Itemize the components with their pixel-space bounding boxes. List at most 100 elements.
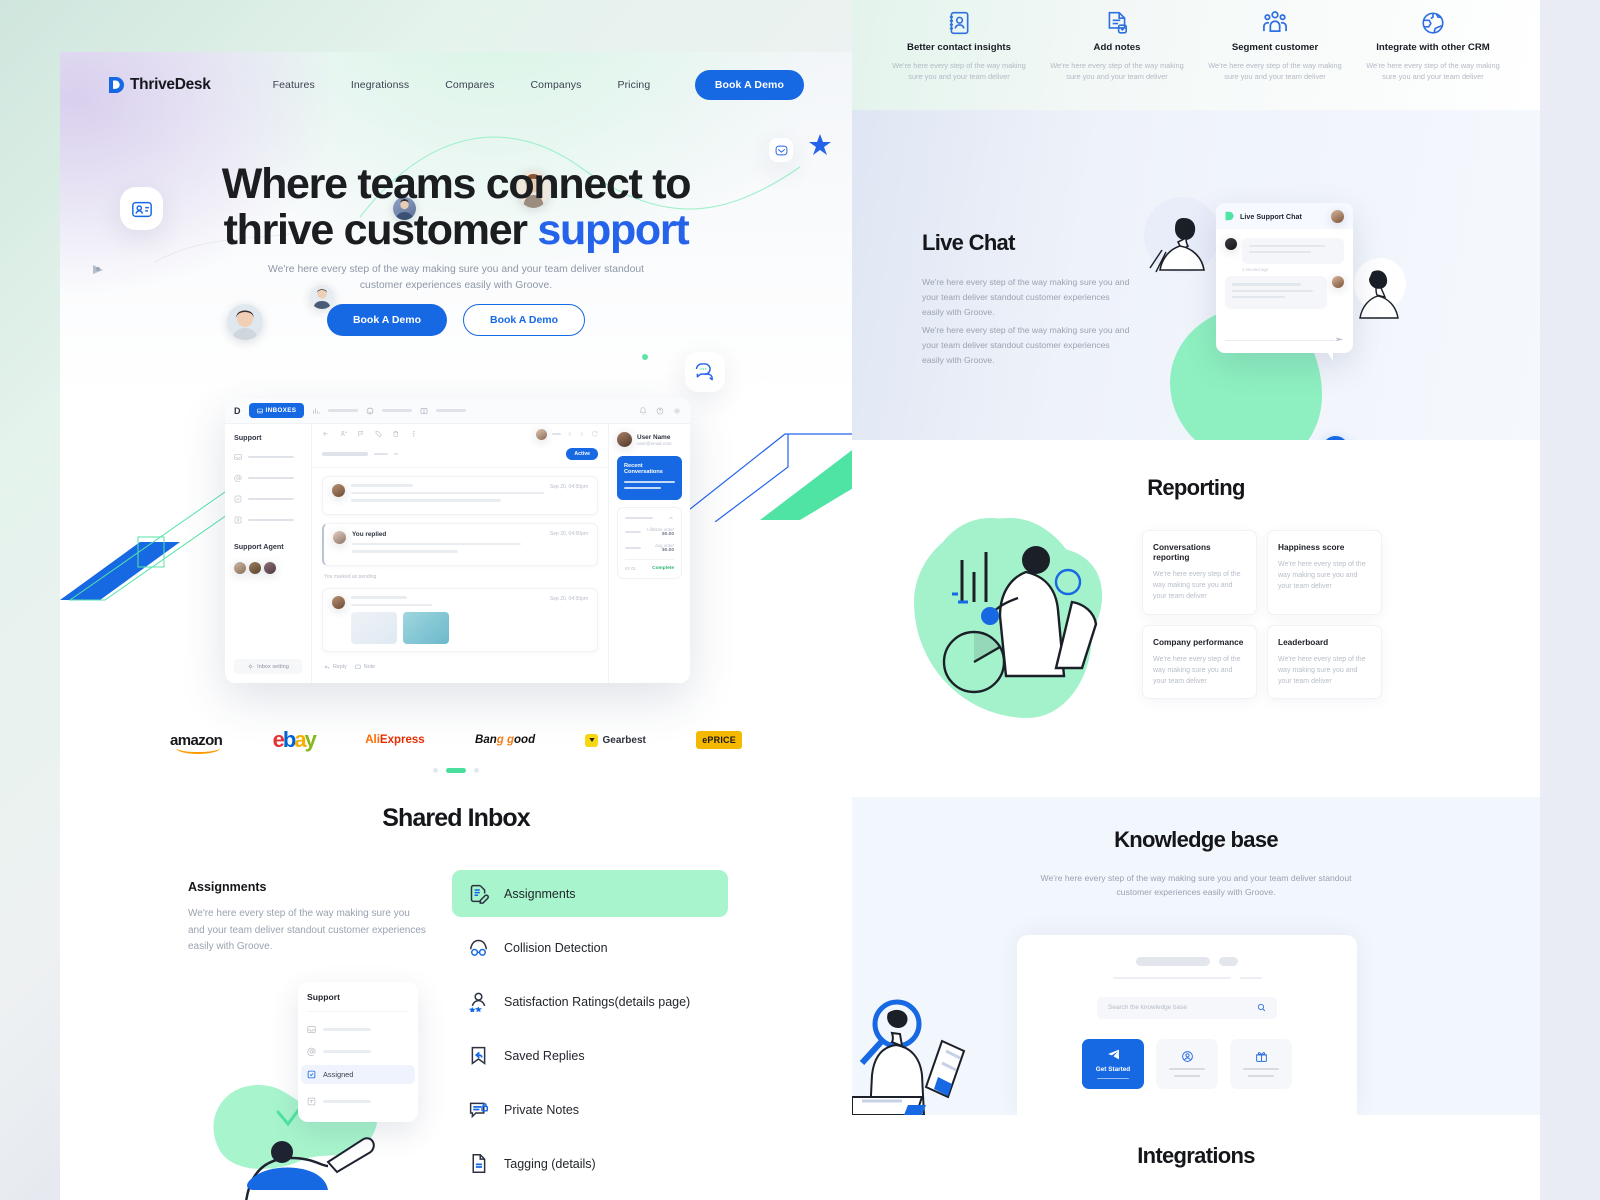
reporting-card-title: Conversations reporting: [1153, 542, 1211, 562]
app-footer: Reply Note: [312, 660, 608, 674]
search-icon[interactable]: [1257, 1003, 1266, 1012]
analytics-icon: [313, 407, 321, 414]
trash-icon[interactable]: [392, 430, 400, 438]
app-note-button[interactable]: Note: [355, 664, 375, 670]
hero-page-card: ThriveDesk Features Inegrationss Compare…: [60, 52, 852, 1200]
avatar: [332, 484, 345, 497]
kb-tile-label: Get Started: [1095, 1065, 1131, 1073]
logo-banggood: Bang good: [475, 734, 536, 746]
features-panel: Better contact insights We're here every…: [852, 0, 1540, 110]
nav-link-integrations[interactable]: Inegrationss: [351, 79, 409, 91]
shared-inbox-detail: Assignments We're here every step of the…: [188, 880, 428, 956]
avatar: [333, 530, 346, 544]
chevron-left-icon[interactable]: [566, 430, 574, 438]
support-mini-row[interactable]: [307, 1047, 409, 1056]
nav-link-pricing[interactable]: Pricing: [617, 79, 650, 91]
app-message-time: Sep 20, 04:50pm: [549, 530, 588, 537]
app-message-row[interactable]: You replied Sep 20, 04:50pm: [322, 522, 598, 566]
carousel-dot[interactable]: [433, 768, 438, 773]
brand-logo[interactable]: ThriveDesk: [108, 76, 211, 94]
si-item-private-notes[interactable]: Private Notes: [452, 1086, 728, 1133]
carousel-dots: [60, 768, 852, 773]
attachment-thumbnail[interactable]: [403, 612, 449, 645]
support-mini-row-assigned[interactable]: Assigned: [301, 1065, 415, 1084]
app-sidebar-row[interactable]: [234, 474, 302, 482]
app-reply-button[interactable]: Reply: [324, 664, 347, 670]
more-vertical-icon[interactable]: [410, 430, 418, 438]
assign-user-icon[interactable]: [340, 430, 348, 438]
note-icon: [355, 664, 361, 669]
attachment-thumbnail[interactable]: [351, 612, 397, 645]
hero-secondary-demo-button[interactable]: Book A Demo: [463, 304, 586, 336]
logo-ebay: ebay: [272, 727, 317, 752]
app-message-row[interactable]: Sep 20, 04:50pm: [322, 476, 598, 515]
app-sidebar-row[interactable]: [234, 495, 302, 503]
si-item-satisfaction-ratings[interactable]: Satisfaction Ratings(details page): [452, 978, 728, 1025]
support-mini-row-placeholder: [323, 1050, 371, 1053]
app-contact-email: user@email.com: [637, 440, 672, 446]
app-note-label: Note: [363, 664, 376, 671]
si-item-label: Saved Replies: [504, 1048, 585, 1063]
help-circle-icon[interactable]: [656, 407, 664, 415]
carousel-dot-active[interactable]: [446, 768, 466, 773]
app-toolbar-right: [535, 428, 599, 440]
app-sidebar-row[interactable]: [234, 453, 302, 461]
reporting-card-body: We're here every step of the way making …: [1278, 655, 1366, 685]
kb-tile-account[interactable]: [1156, 1038, 1218, 1089]
refresh-icon[interactable]: [591, 430, 599, 438]
si-item-label: Satisfaction Ratings(details page): [504, 994, 691, 1009]
app-subject-placeholder: [394, 452, 398, 456]
si-item-saved-replies[interactable]: Saved Replies: [452, 1032, 728, 1079]
app-sidebar-row-placeholder: [248, 476, 294, 480]
kb-tile-gifts[interactable]: [1230, 1038, 1292, 1089]
gear-icon[interactable]: [673, 407, 681, 415]
support-mini-row[interactable]: [307, 1025, 409, 1034]
flag-icon[interactable]: [357, 430, 365, 438]
puzzle-globe-icon: [1362, 6, 1504, 40]
reporting-card-title: Happiness score: [1278, 542, 1345, 552]
inbox-icon: [256, 408, 263, 413]
support-mini-row[interactable]: [307, 1097, 409, 1106]
carousel-dot[interactable]: [474, 768, 479, 773]
reporting-card-leaderboard[interactable]: Leaderboard We're here every step of the…: [1267, 624, 1382, 700]
app-inboxes-chip[interactable]: INBOXES: [248, 403, 305, 418]
si-item-tagging[interactable]: Tagging (details): [452, 1140, 728, 1187]
avatar: [249, 562, 261, 574]
back-arrow-icon[interactable]: [322, 430, 330, 438]
app-sidebar-row[interactable]: [234, 516, 302, 524]
app-pending-note: You marked as pending: [324, 573, 377, 580]
nav-link-compares[interactable]: Compares: [445, 79, 494, 91]
app-main: Active Sep 20, 04:50pm You replied Sep 2…: [312, 424, 608, 683]
chevron-right-icon[interactable]: [578, 430, 586, 438]
si-item-assignments[interactable]: Assignments: [452, 870, 728, 917]
avatar: [1332, 276, 1344, 289]
nav-link-features[interactable]: Features: [273, 79, 315, 91]
send-icon[interactable]: [1335, 336, 1344, 345]
chat-input-placeholder: [1225, 339, 1335, 342]
tag-icon[interactable]: [375, 430, 383, 438]
app-sidebar-title: Support: [234, 433, 262, 442]
app-message-row[interactable]: Sep 20, 04:50pm: [322, 587, 598, 653]
thrivedesk-logo-icon: [1225, 211, 1234, 221]
kb-tile-get-started[interactable]: Get Started: [1082, 1038, 1144, 1089]
chevron-up-icon[interactable]: [668, 515, 674, 521]
chat-widget-title: Live Support Chat: [1240, 211, 1302, 221]
si-item-collision-detection[interactable]: Collision Detection: [452, 924, 728, 971]
bell-icon[interactable]: [639, 406, 647, 415]
hero-primary-demo-button[interactable]: Book A Demo: [326, 304, 447, 336]
nav-book-demo-button[interactable]: Book A Demo: [694, 70, 804, 100]
knowledge-base-search[interactable]: Search the knowledge base: [1097, 996, 1277, 1019]
reporting-card-company-performance[interactable]: Company performance We're here every ste…: [1142, 624, 1257, 700]
reporting-card-happiness[interactable]: Happiness score We're here every step of…: [1267, 530, 1382, 615]
app-message-time: Sep 20, 04:50pm: [549, 595, 588, 602]
avatar: [1331, 209, 1344, 223]
at-sign-icon: [307, 1047, 316, 1056]
chat-input-row[interactable]: [1225, 336, 1344, 345]
reporting-card-title: Leaderboard: [1278, 636, 1329, 647]
nav-link-companys[interactable]: Companys: [530, 79, 581, 91]
page-canvas: ThriveDesk Features Inegrationss Compare…: [0, 0, 1600, 1200]
book-icon: [421, 407, 428, 414]
app-recent-conversations-panel[interactable]: Recent Conversations: [617, 456, 682, 500]
reporting-card-conversations[interactable]: Conversations reporting We're here every…: [1142, 530, 1257, 615]
app-inbox-setting-button[interactable]: Inbox setting: [234, 659, 302, 674]
